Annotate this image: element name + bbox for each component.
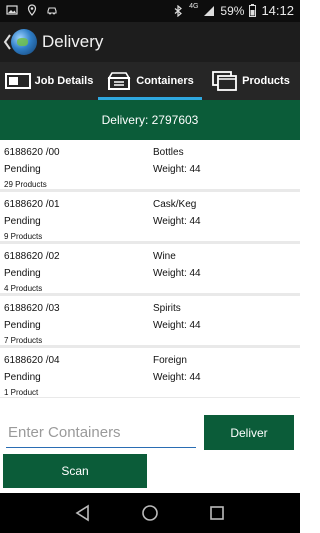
tab-label-job-details: Job Details [34,75,94,87]
status-bar: 4G 59% 14:12 [0,0,300,22]
container-code: 6188620 /00 [4,147,60,158]
container-weight: Weight: 44 [153,372,201,383]
container-category: Foreign [153,355,187,366]
container-input-wrapper [6,418,196,448]
delivery-header: Delivery: 2797603 [0,100,300,140]
container-weight: Weight: 44 [153,164,201,175]
globe-icon[interactable] [11,29,37,55]
container-status: Pending [4,164,41,175]
container-code: 6188620 /02 [4,251,60,262]
battery-icon [249,4,257,17]
bluetooth-icon [174,4,183,17]
list-item[interactable]: 6188620 /02 Wine Pending Weight: 44 4 Pr… [0,244,300,293]
app-bar: Delivery [0,22,300,62]
container-code: 6188620 /03 [4,303,60,314]
container-product-count: 4 Products [4,284,43,293]
page-title: Delivery [42,32,104,51]
container-status: Pending [4,268,41,279]
image-icon [6,5,18,15]
container-category: Cask/Keg [153,199,197,210]
container-product-count: 29 Products [4,180,47,189]
list-item[interactable]: 6188620 /01 Cask/Keg Pending Weight: 44 … [0,192,300,241]
tab-products[interactable]: Products [202,62,300,100]
tab-label-products: Products [242,75,290,87]
location-icon [27,4,37,16]
battery-percent: 59% [220,3,245,18]
recents-square-icon[interactable] [208,504,226,522]
tab-bar: Job Details Containers Products [0,62,300,100]
home-circle-icon[interactable] [141,504,159,522]
list-item[interactable]: 6188620 /00 Bottles Pending Weight: 44 2… [0,140,300,189]
container-list: 6188620 /00 Bottles Pending Weight: 44 2… [0,140,300,398]
container-status: Pending [4,372,41,383]
container-category: Wine [153,251,176,262]
signal-icon [204,5,215,16]
tab-job-details[interactable]: Job Details [0,62,98,100]
tab-containers[interactable]: Containers [98,62,202,100]
container-category: Bottles [153,147,184,158]
container-status: Pending [4,216,41,227]
tab-label-containers: Containers [136,75,194,87]
container-status: Pending [4,320,41,331]
car-icon [47,7,57,15]
container-product-count: 9 Products [4,232,43,241]
container-code: 6188620 /01 [4,199,60,210]
container-product-count: 1 Product [4,388,39,397]
scan-button[interactable]: Scan [3,454,147,488]
container-weight: Weight: 44 [153,216,201,227]
deliver-button[interactable]: Deliver [204,415,294,450]
network-type-label: 4G [189,3,199,10]
enter-containers-input[interactable] [6,418,196,447]
clock-time: 14:12 [261,3,294,18]
containers-icon [107,72,131,90]
list-item[interactable]: 6188620 /03 Spirits Pending Weight: 44 7… [0,296,300,345]
job-details-icon [4,73,31,89]
system-nav-bar [0,493,300,533]
container-category: Spirits [153,303,181,314]
container-code: 6188620 /04 [4,355,60,366]
container-weight: Weight: 44 [153,268,201,279]
container-product-count: 7 Products [4,336,43,345]
container-weight: Weight: 44 [153,320,201,331]
back-triangle-icon[interactable] [74,504,92,522]
list-item[interactable]: 6188620 /04 Foreign Pending Weight: 44 1… [0,348,300,397]
products-icon [212,71,238,91]
